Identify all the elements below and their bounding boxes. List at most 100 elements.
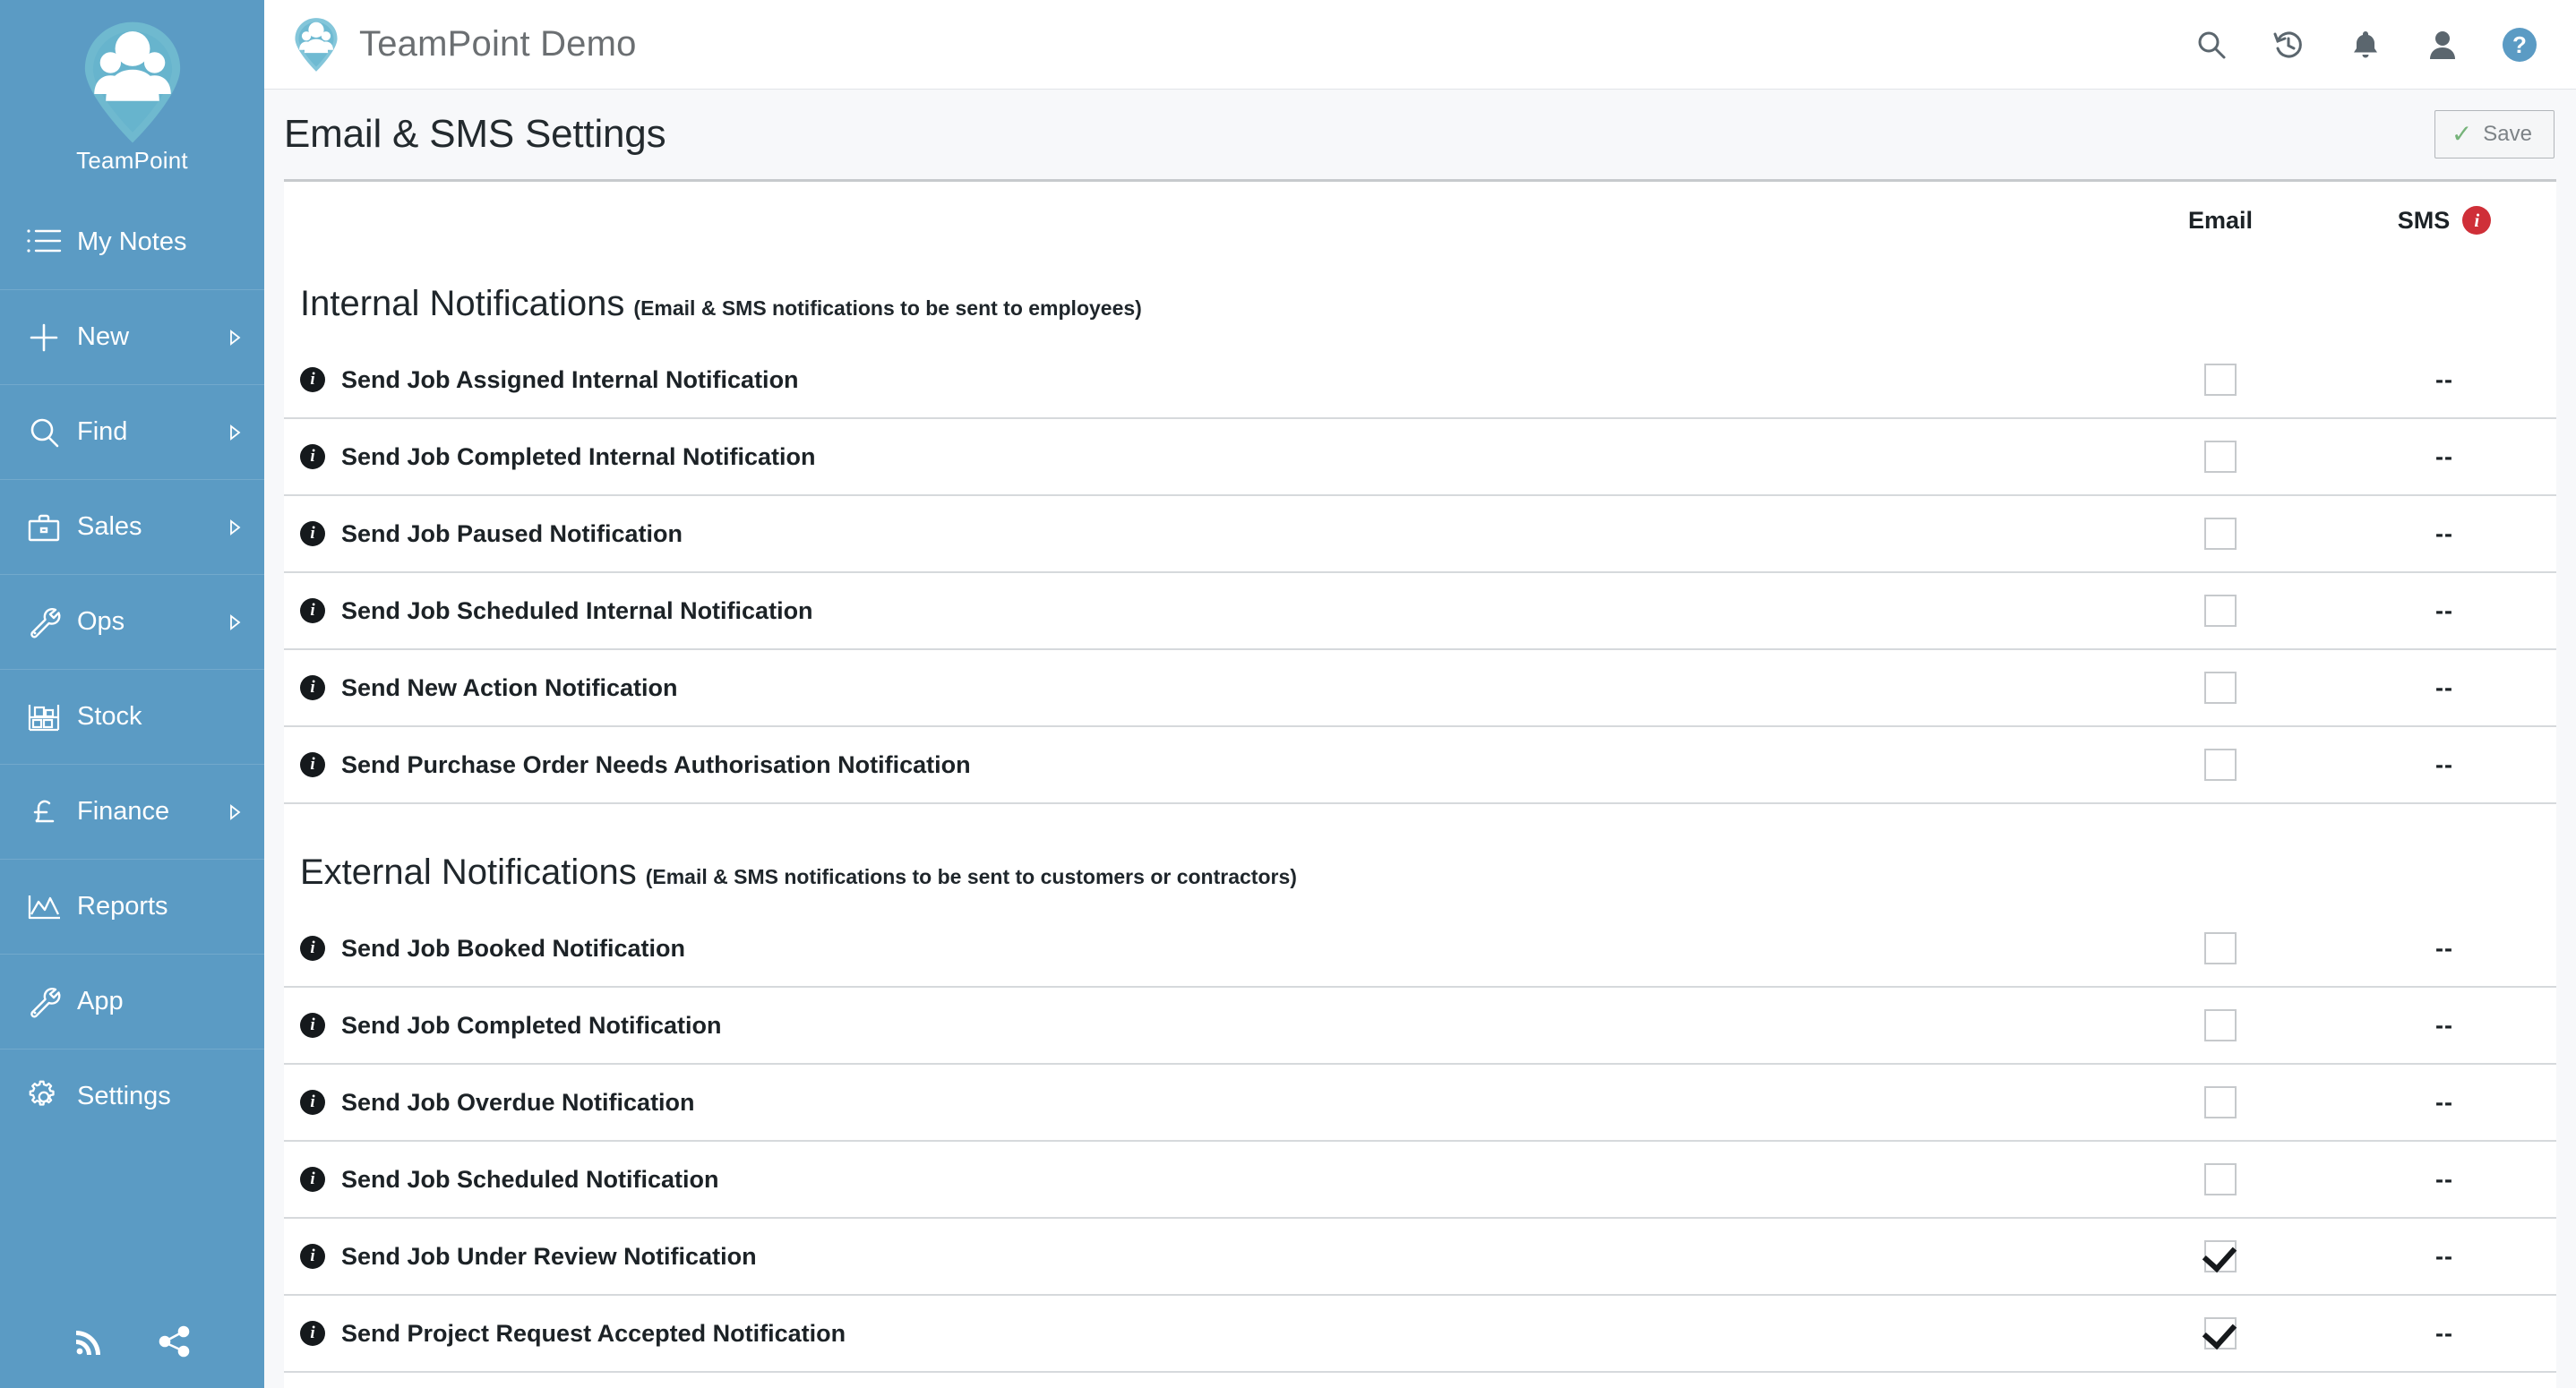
info-icon[interactable]: i [300,521,325,546]
sms-value: -- [2435,1088,2453,1116]
table-row: i Send Job Paused Notification -- [284,496,2556,573]
sms-value: -- [2435,1011,2453,1039]
page-title: Email & SMS Settings [284,112,666,156]
info-icon[interactable]: i [300,598,325,623]
section-title-external: External Notifications (Email & SMS noti… [284,827,2556,911]
email-checkbox[interactable] [2204,518,2237,550]
email-checkbox[interactable] [2204,1317,2237,1349]
sms-value: -- [2435,442,2453,470]
share-icon[interactable] [157,1324,193,1359]
sidebar-item-find[interactable]: Find [0,384,264,479]
page-header: Email & SMS Settings ✓ Save [264,90,2576,179]
sidebar-nav: My Notes New Find Sales Ops Stock Financ… [0,194,264,1144]
email-checkbox[interactable] [2204,672,2237,704]
email-checkbox[interactable] [2204,441,2237,473]
table-row: i Send Job Overdue Notification -- [284,1065,2556,1142]
table-row: i Send Job Assigned Internal Notificatio… [284,342,2556,419]
list-icon [23,221,64,262]
row-label: Send Job Completed Internal Notification [341,442,816,470]
gear-icon [23,1076,64,1118]
info-icon[interactable]: i [2462,206,2492,235]
sms-value: -- [2435,750,2453,778]
sms-value: -- [2435,1319,2453,1347]
sidebar-item-finance[interactable]: Finance [0,764,264,859]
sidebar-item-label: Find [77,417,128,446]
shelf-icon [23,697,64,738]
email-checkbox[interactable] [2204,1240,2237,1272]
sidebar-item-my-notes[interactable]: My Notes [0,194,264,289]
email-checkbox[interactable] [2204,932,2237,964]
sidebar-item-label: App [77,987,124,1015]
row-label: Send Job Under Review Notification [341,1242,757,1270]
topbar: TeamPoint Demo ? [264,0,2576,90]
section-title-internal: Internal Notifications (Email & SMS noti… [284,259,2556,342]
info-icon[interactable]: i [300,1013,325,1038]
chevron-right-icon [227,613,243,632]
save-button[interactable]: ✓ Save [2434,110,2555,159]
sidebar-item-stock[interactable]: Stock [0,669,264,764]
row-label: Send Job Completed Notification [341,1011,722,1039]
table-row: i Send Job Completed Notification -- [284,988,2556,1065]
email-checkbox[interactable] [2204,1163,2237,1195]
topbar-actions: ? [2193,26,2538,64]
sms-value: -- [2435,519,2453,547]
row-label: Send Job Scheduled Internal Notification [341,596,813,624]
sidebar-brand[interactable]: TeamPoint [0,0,264,194]
email-checkbox[interactable] [2204,749,2237,781]
section-heading: Internal Notifications [300,284,625,323]
chart-icon [23,887,64,928]
sms-value: -- [2435,365,2453,393]
sidebar-item-label: Settings [77,1082,171,1110]
row-label: Send Project Request Accepted Notificati… [341,1319,846,1347]
info-icon[interactable]: i [300,1244,325,1269]
app-title: TeamPoint Demo [359,24,637,64]
help-icon[interactable]: ? [2501,26,2538,64]
row-label: Send Job Overdue Notification [341,1088,695,1116]
sidebar-item-ops[interactable]: Ops [0,574,264,669]
plus-icon [23,317,64,358]
history-icon[interactable] [2270,26,2307,64]
search-icon[interactable] [2193,26,2230,64]
table-row: i Send Job Scheduled Internal Notificati… [284,573,2556,650]
email-checkbox[interactable] [2204,1086,2237,1118]
teampoint-logo-icon [295,17,338,72]
sidebar-item-label: Finance [77,797,170,826]
sidebar-item-app[interactable]: App [0,954,264,1049]
briefcase-icon [23,507,64,548]
bell-icon[interactable] [2347,26,2384,64]
info-icon[interactable]: i [300,444,325,469]
wrench-icon [23,981,64,1023]
email-checkbox[interactable] [2204,595,2237,627]
wrench-icon [23,602,64,643]
info-icon[interactable]: i [300,367,325,392]
info-icon[interactable]: i [300,675,325,700]
sidebar-item-reports[interactable]: Reports [0,859,264,954]
user-icon[interactable] [2424,26,2461,64]
rss-icon[interactable] [72,1324,107,1359]
sidebar-item-settings[interactable]: Settings [0,1049,264,1144]
table-row: i Send Job Booked Notification -- [284,911,2556,988]
sms-value: -- [2435,1242,2453,1270]
info-icon[interactable]: i [300,1090,325,1115]
table-row: i Send Purchase Order Needs Authorisatio… [284,727,2556,804]
sidebar-item-sales[interactable]: Sales [0,479,264,574]
sidebar-item-label: Ops [77,607,125,636]
settings-card: Email SMS i Internal Notifications (Emai… [284,182,2556,1388]
email-checkbox[interactable] [2204,364,2237,396]
sidebar-item-label: Stock [77,702,142,731]
section-subheading: (Email & SMS notifications to be sent to… [633,296,1142,320]
sms-value: -- [2435,1165,2453,1193]
info-icon[interactable]: i [300,752,325,777]
table-row: i Send Job Scheduled Notification -- [284,1142,2556,1219]
info-icon[interactable]: i [300,1321,325,1346]
table-row: i Send Job Under Review Notification -- [284,1219,2556,1296]
svg-text:?: ? [2512,31,2527,58]
email-checkbox[interactable] [2204,1009,2237,1041]
chevron-right-icon [227,802,243,822]
sms-value: -- [2435,934,2453,962]
info-icon[interactable]: i [300,1167,325,1192]
section-heading: External Notifications [300,853,637,892]
row-label: Send Job Assigned Internal Notification [341,365,799,393]
info-icon[interactable]: i [300,936,325,961]
sidebar-item-new[interactable]: New [0,289,264,384]
